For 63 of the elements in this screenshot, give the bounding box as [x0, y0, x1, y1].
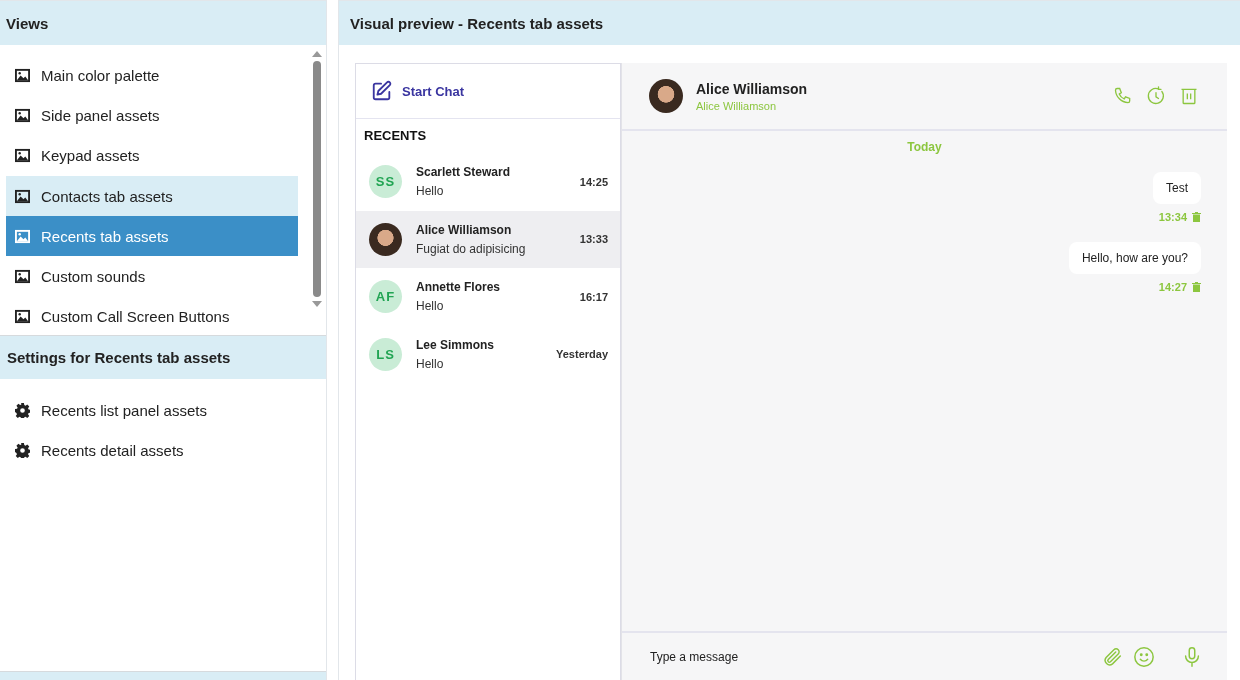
- edit-icon: [371, 80, 393, 102]
- views-header: Views: [0, 0, 326, 45]
- message-time: 14:25: [579, 175, 608, 188]
- last-message: Fugiat do adipisicing: [416, 241, 527, 256]
- message-bubble: Test: [1153, 172, 1201, 204]
- start-chat-button[interactable]: Start Chat: [356, 64, 620, 119]
- message-time: Yesterday: [556, 348, 608, 361]
- view-item[interactable]: Keypad assets: [6, 135, 298, 176]
- image-icon: [15, 107, 30, 123]
- view-item[interactable]: Custom Call Screen Buttons: [6, 296, 298, 338]
- scrollbar-thumb[interactable]: [313, 61, 321, 297]
- initials-avatar: AF: [369, 280, 402, 314]
- paperclip-icon[interactable]: [1102, 645, 1124, 668]
- image-icon: [15, 188, 30, 204]
- contact-name: Alice Williamson: [696, 80, 809, 97]
- view-item[interactable]: Main color palette: [6, 55, 298, 96]
- settings-item[interactable]: Recents list panel assets: [6, 390, 326, 431]
- trash-icon[interactable]: [1192, 212, 1201, 222]
- image-icon: [15, 148, 30, 164]
- recent-item[interactable]: AF Annette Flores Hello 16:17: [356, 268, 620, 326]
- view-item[interactable]: Contacts tab assets: [6, 175, 298, 217]
- initials-avatar: SS: [369, 165, 402, 199]
- scroll-up-icon[interactable]: [311, 50, 323, 58]
- smiley-icon[interactable]: [1133, 645, 1155, 668]
- date-divider: Today: [907, 140, 942, 154]
- gear-icon: [15, 402, 30, 418]
- view-item[interactable]: Side panel assets: [6, 95, 298, 136]
- message-time: 13:34: [1158, 211, 1187, 223]
- image-icon: [15, 67, 30, 83]
- message-input[interactable]: Type a message: [648, 648, 1093, 665]
- message-time: 16:17: [579, 290, 608, 303]
- gear-icon: [15, 442, 30, 458]
- recent-item[interactable]: Alice Williamson Fugiat do adipisicing 13:33: [356, 210, 620, 268]
- contact-name: Lee Simmons: [416, 337, 496, 352]
- message-time: 14:27: [1158, 281, 1187, 293]
- message-time: 13:33: [579, 233, 608, 246]
- contact-name: Alice Williamson: [416, 222, 513, 237]
- last-message: Hello: [416, 299, 445, 314]
- message-bubble: Hello, how are you?: [1068, 242, 1201, 274]
- initials-avatar: LS: [369, 337, 402, 371]
- last-message: Hello: [416, 184, 445, 199]
- phone-icon[interactable]: [1113, 86, 1133, 106]
- image-icon: [15, 309, 30, 325]
- contact-name: Scarlett Steward: [416, 165, 512, 180]
- trash-icon[interactable]: [1192, 282, 1201, 292]
- view-item[interactable]: Recents tab assets: [6, 216, 298, 257]
- recent-item[interactable]: SS Scarlett Steward Hello 14:25: [356, 153, 620, 211]
- scroll-down-icon[interactable]: [311, 300, 323, 308]
- contact-name: Annette Flores: [416, 280, 501, 295]
- settings-header: Settings for Recents tab assets: [0, 335, 326, 379]
- image-icon: [15, 228, 30, 244]
- avatar-photo-placeholder: [369, 222, 402, 256]
- preview-header: Visual preview - Recents tab assets: [339, 0, 1240, 45]
- trash-icon[interactable]: [1179, 86, 1199, 106]
- recent-item[interactable]: LS Lee Simmons Hello Yesterday: [356, 325, 620, 383]
- contact-subtitle: Alice Williamson: [696, 99, 778, 112]
- image-icon: [15, 269, 30, 285]
- view-item[interactable]: Custom sounds: [6, 256, 298, 297]
- history-icon[interactable]: [1146, 86, 1166, 106]
- last-message: Hello: [416, 356, 445, 371]
- settings-item[interactable]: Recents detail assets: [6, 430, 326, 471]
- recents-heading: RECENTS: [363, 127, 428, 145]
- avatar-photo-placeholder: [649, 79, 683, 113]
